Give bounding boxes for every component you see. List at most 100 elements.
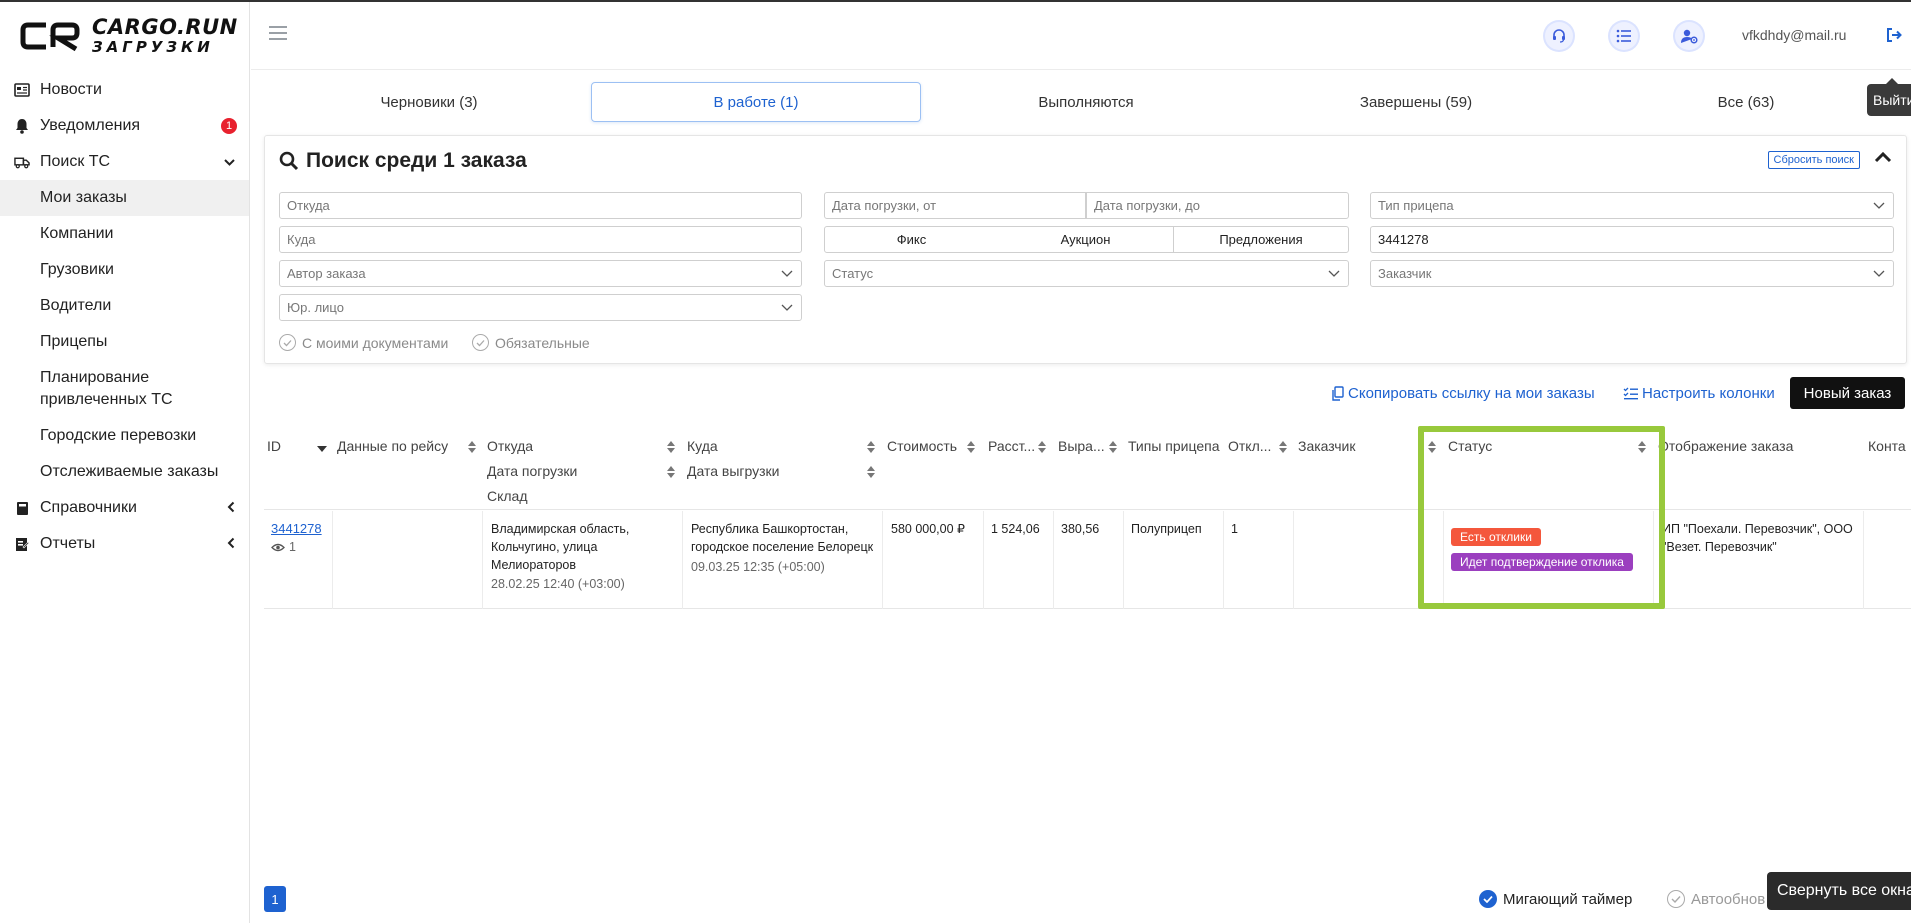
sidebar-item-planning[interactable]: Планирование привлеченных ТС bbox=[0, 360, 249, 418]
author-select[interactable]: Автор заказа bbox=[279, 260, 802, 287]
trailer-type-select[interactable]: Тип прицепа bbox=[1370, 192, 1894, 219]
column-header-load-date[interactable]: Дата погрузки bbox=[487, 463, 577, 479]
sort-icon[interactable] bbox=[867, 441, 875, 453]
order-id-link[interactable]: 3441278 bbox=[271, 521, 322, 536]
sidebar-item-vehicle-search[interactable]: Поиск ТС bbox=[0, 144, 249, 180]
truck-icon bbox=[14, 154, 30, 170]
sidebar-item-reports[interactable]: Отчеты bbox=[0, 526, 249, 562]
status-select[interactable]: Статус bbox=[824, 260, 1349, 287]
blink-timer-checkbox[interactable]: Мигающий таймер bbox=[1479, 890, 1632, 908]
column-header-responses[interactable]: Откл... bbox=[1228, 438, 1271, 454]
column-header-trailer[interactable]: Типы прицепа bbox=[1128, 438, 1220, 454]
to-input[interactable]: Куда bbox=[279, 226, 802, 253]
offers-toggle[interactable]: Предложения bbox=[1173, 226, 1349, 253]
customer-select[interactable]: Заказчик bbox=[1370, 260, 1894, 287]
cell-load-date: 28.02.25 12:40 (+03:00) bbox=[491, 577, 625, 591]
column-header-display[interactable]: Отображение заказа bbox=[1658, 438, 1793, 454]
column-header-contacts[interactable]: Конта bbox=[1868, 438, 1906, 454]
load-date-to-input[interactable]: Дата погрузки, до bbox=[1086, 192, 1349, 219]
column-header-from[interactable]: Откуда bbox=[487, 438, 533, 454]
sidebar-item-news[interactable]: Новости bbox=[0, 72, 249, 108]
sidebar-item-companies[interactable]: Компании bbox=[0, 216, 249, 252]
table-row[interactable]: 3441278 1 Владимирская область, Кольчуги… bbox=[264, 511, 1911, 609]
column-header-cost[interactable]: Стоимость bbox=[887, 438, 957, 454]
fixed-price-toggle[interactable]: Фикс bbox=[824, 226, 999, 253]
status-select-value: Статус bbox=[832, 266, 874, 281]
sidebar-item-notifications[interactable]: Уведомления 1 bbox=[0, 108, 249, 144]
column-header-customer[interactable]: Заказчик bbox=[1298, 438, 1356, 454]
sidebar-item-trucks[interactable]: Грузовики bbox=[0, 252, 249, 288]
cell-to: Республика Башкортостан, городское посел… bbox=[691, 522, 874, 554]
list-icon[interactable] bbox=[1610, 22, 1638, 50]
required-checkbox[interactable]: Обязательные bbox=[472, 334, 590, 351]
my-documents-checkbox[interactable]: С моими документами bbox=[279, 334, 448, 351]
reset-search-button[interactable]: Сбросить поиск bbox=[1767, 151, 1860, 169]
logout-icon[interactable] bbox=[1885, 26, 1903, 44]
sort-icon[interactable] bbox=[867, 466, 875, 478]
copy-link-label: Скопировать ссылку на мои заказы bbox=[1348, 384, 1595, 402]
chevron-up-icon[interactable] bbox=[1874, 150, 1892, 164]
newspaper-icon bbox=[14, 82, 30, 98]
column-header-to[interactable]: Куда bbox=[687, 438, 718, 454]
column-header-warehouse[interactable]: Склад bbox=[487, 488, 528, 504]
sort-icon[interactable] bbox=[1279, 441, 1287, 453]
load-date-from-input[interactable]: Дата погрузки, от bbox=[824, 192, 1086, 219]
menu-toggle-icon[interactable] bbox=[269, 26, 287, 40]
sort-icon[interactable] bbox=[1428, 441, 1436, 453]
chevron-down-icon bbox=[1328, 270, 1340, 277]
auction-toggle[interactable]: Аукцион bbox=[998, 226, 1174, 253]
configure-columns-button[interactable]: Настроить колонки bbox=[1623, 377, 1775, 409]
tab-drafts[interactable]: Черновики (3) bbox=[264, 82, 594, 122]
sidebar-item-trailers[interactable]: Прицепы bbox=[0, 324, 249, 360]
user-settings-icon[interactable] bbox=[1675, 22, 1703, 50]
column-header-distance[interactable]: Расст... bbox=[988, 438, 1035, 454]
pagination-page-1[interactable]: 1 bbox=[264, 886, 286, 912]
sort-icon[interactable] bbox=[468, 441, 476, 453]
sidebar-item-directories[interactable]: Справочники bbox=[0, 490, 249, 526]
sidebar-item-drivers[interactable]: Водители bbox=[0, 288, 249, 324]
order-id-input[interactable]: 3441278 bbox=[1370, 226, 1894, 253]
tab-all[interactable]: Все (63) bbox=[1581, 82, 1911, 122]
check-circle-icon bbox=[1479, 890, 1497, 908]
sidebar-item-tracked-orders[interactable]: Отслеживаемые заказы bbox=[0, 454, 249, 490]
status-badge-confirming: Идет подтверждение отклика bbox=[1451, 553, 1633, 571]
from-input[interactable]: Откуда bbox=[279, 192, 802, 219]
legal-entity-select-value: Юр. лицо bbox=[287, 300, 344, 315]
tab-executing[interactable]: Выполняются bbox=[921, 82, 1251, 122]
user-email[interactable]: vfkdhdy@mail.ru bbox=[1742, 27, 1846, 43]
sort-icon[interactable] bbox=[967, 441, 975, 453]
brand-name: CARGO.RUN bbox=[92, 15, 238, 39]
sort-icon[interactable] bbox=[1038, 441, 1046, 453]
sidebar-item-label: Поиск ТС bbox=[40, 153, 111, 170]
sidebar-item-label: Мои заказы bbox=[40, 189, 127, 206]
column-header-trip[interactable]: Данные по рейсу bbox=[337, 438, 448, 454]
customer-select-value: Заказчик bbox=[1378, 266, 1432, 281]
tab-in-progress[interactable]: В работе (1) bbox=[591, 82, 921, 122]
sort-icon[interactable] bbox=[667, 466, 675, 478]
sort-icon[interactable] bbox=[667, 441, 675, 453]
configure-columns-label: Настроить колонки bbox=[1642, 384, 1775, 402]
tab-completed[interactable]: Завершены (59) bbox=[1251, 82, 1581, 122]
column-header-revenue[interactable]: Выра... bbox=[1058, 438, 1105, 454]
new-order-button[interactable]: Новый заказ bbox=[1790, 377, 1905, 409]
notification-count-badge: 1 bbox=[221, 118, 237, 134]
legal-entity-select[interactable]: Юр. лицо bbox=[279, 294, 802, 321]
sidebar-item-city-transport[interactable]: Городские перевозки bbox=[0, 418, 249, 454]
support-icon[interactable] bbox=[1545, 22, 1573, 50]
column-header-status[interactable]: Статус bbox=[1448, 438, 1492, 454]
sort-icon[interactable] bbox=[1109, 441, 1117, 453]
blink-timer-label: Мигающий таймер bbox=[1503, 890, 1633, 908]
sort-icon[interactable] bbox=[1638, 441, 1646, 453]
sort-desc-icon[interactable] bbox=[317, 446, 327, 452]
logo[interactable]: CARGO.RUN ЗАГРУЗКИ bbox=[0, 2, 249, 70]
sidebar-item-label: Водители bbox=[40, 297, 112, 314]
collapse-all-windows-button[interactable]: Свернуть все окна bbox=[1767, 872, 1911, 910]
sidebar-item-my-orders[interactable]: Мои заказы bbox=[0, 180, 249, 216]
bell-icon bbox=[14, 118, 30, 134]
column-header-id[interactable]: ID bbox=[267, 438, 281, 454]
auto-update-checkbox[interactable]: Автообнов bbox=[1667, 890, 1765, 908]
copy-link-button[interactable]: Скопировать ссылку на мои заказы bbox=[1331, 377, 1595, 409]
sidebar-item-label: Справочники bbox=[40, 499, 137, 516]
exit-tooltip: Выйти bbox=[1867, 78, 1911, 116]
column-header-unload-date[interactable]: Дата выгрузки bbox=[687, 463, 780, 479]
